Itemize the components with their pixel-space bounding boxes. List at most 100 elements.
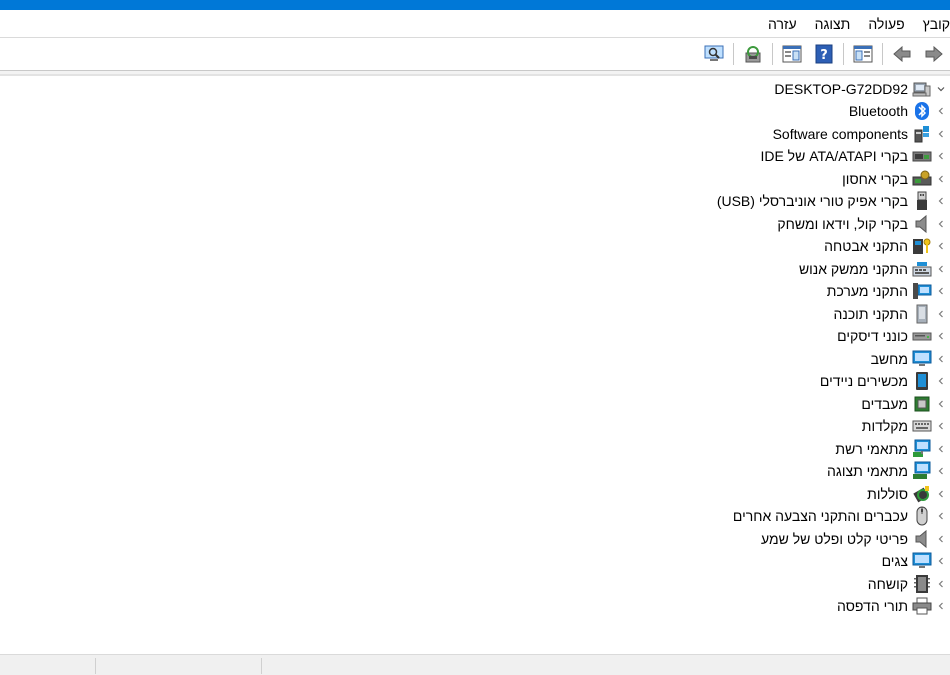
chevron-left-icon[interactable]: [932, 438, 950, 460]
menu-action[interactable]: פעולה: [859, 10, 913, 38]
chevron-left-icon[interactable]: [932, 393, 950, 415]
tree-item[interactable]: מתאמי רשת: [835, 438, 950, 460]
tree-item[interactable]: Software components: [773, 123, 950, 145]
tree-item-label: עכברים והתקני הצבעה אחרים: [732, 508, 908, 524]
chevron-left-icon[interactable]: [932, 213, 950, 235]
menu-bar: קובץ פעולה תצוגה עזרה: [0, 10, 950, 38]
tree-item-label: התקני תוכנה: [833, 305, 908, 322]
chevron-left-icon[interactable]: [932, 528, 950, 550]
tree-item[interactable]: תורי הדפסה: [837, 595, 950, 617]
tree-item[interactable]: בקרי קול, וידאו ומשחק: [777, 213, 950, 235]
network-adapter-icon: [912, 439, 932, 459]
tree-item-label: מקלדות: [861, 418, 908, 434]
tree-item-label: בקרי אפיק טורי אוניברסלי (USB): [716, 193, 908, 209]
storage-controller-icon: [912, 169, 932, 189]
tree-item[interactable]: מעבדים: [861, 393, 950, 415]
tree-item[interactable]: התקני מערכת: [827, 280, 950, 302]
mouse-icon: [912, 506, 932, 526]
processor-icon: [912, 394, 932, 414]
status-divider: [95, 658, 96, 674]
chevron-left-icon[interactable]: [932, 258, 950, 280]
chevron-left-icon[interactable]: [932, 505, 950, 527]
chevron-left-icon[interactable]: [932, 595, 950, 617]
status-bar: [0, 654, 950, 675]
computer-name-label: DESKTOP-G72DD92: [774, 81, 908, 97]
update-driver-button[interactable]: [741, 42, 765, 66]
tree-item[interactable]: התקני ממשק אנוש: [799, 258, 950, 280]
tree-item[interactable]: בקרי אפיק טורי אוניברסלי (USB): [717, 190, 950, 212]
help-button[interactable]: ?: [812, 42, 836, 66]
tree-item-label: תורי הדפסה: [837, 598, 908, 614]
menu-view[interactable]: תצוגה: [806, 10, 860, 38]
tree-item-label: בקרי קול, וידאו ומשחק: [777, 215, 908, 232]
chevron-left-icon[interactable]: [932, 415, 950, 437]
tree-item-label: צגים: [881, 553, 908, 569]
back-arrow-icon: [893, 46, 911, 62]
tree-item-label: מתאמי רשת: [835, 440, 908, 457]
chevron-left-icon[interactable]: [932, 303, 950, 325]
chevron-left-icon[interactable]: [932, 235, 950, 257]
tree-item[interactable]: סוללות: [867, 483, 950, 505]
chevron-down-icon[interactable]: [932, 78, 950, 100]
forward-button[interactable]: [922, 42, 946, 66]
back-button[interactable]: [890, 42, 914, 66]
forward-arrow-icon: [925, 46, 943, 62]
system-devices-icon: [912, 281, 932, 301]
toolbar-separator: [772, 43, 773, 65]
chevron-left-icon[interactable]: [932, 123, 950, 145]
menu-file[interactable]: קובץ: [914, 10, 950, 38]
ide-controller-icon: [912, 146, 932, 166]
usb-icon: [912, 191, 932, 211]
chevron-left-icon[interactable]: [932, 168, 950, 190]
toolbar-separator: [843, 43, 844, 65]
chevron-left-icon[interactable]: [932, 483, 950, 505]
title-bar: [0, 0, 950, 10]
chevron-left-icon[interactable]: [932, 550, 950, 572]
show-hide-console-tree-button[interactable]: [851, 42, 875, 66]
battery-icon: [912, 484, 932, 504]
print-queue-icon: [912, 596, 932, 616]
tree-item[interactable]: כונני דיסקים: [837, 325, 950, 347]
chevron-left-icon[interactable]: [932, 280, 950, 302]
tree-root[interactable]: DESKTOP-G72DD92: [774, 78, 950, 100]
tree-item-label: התקני ממשק אנוש: [798, 260, 908, 277]
tree-item[interactable]: מקלדות: [862, 415, 950, 437]
tree-item-label: סוללות: [867, 485, 908, 502]
scan-hardware-icon: [704, 45, 724, 61]
chevron-left-icon[interactable]: [932, 573, 950, 595]
tree-item[interactable]: פריטי קלט ופלט של שמע: [761, 528, 950, 550]
chevron-left-icon[interactable]: [932, 348, 950, 370]
security-device-icon: [912, 236, 932, 256]
tree-item[interactable]: בקרי אחסון: [842, 168, 950, 190]
menu-help[interactable]: עזרה: [759, 10, 806, 38]
toolbar: ?: [0, 39, 950, 69]
chevron-left-icon[interactable]: [932, 370, 950, 392]
tree-item[interactable]: קושחה: [868, 573, 950, 595]
hid-icon: [912, 259, 932, 279]
tree-item[interactable]: מכשירים ניידים: [820, 370, 950, 392]
chevron-left-icon[interactable]: [932, 325, 950, 347]
scan-hardware-button[interactable]: [702, 42, 726, 66]
tree-item[interactable]: מחשב: [871, 348, 950, 370]
chevron-left-icon[interactable]: [932, 145, 950, 167]
tree-item[interactable]: עכברים והתקני הצבעה אחרים: [733, 505, 950, 527]
tree-item[interactable]: צגים: [882, 550, 950, 572]
tree-item-label: Bluetooth: [848, 103, 908, 119]
tree-item-label: קושחה: [867, 575, 908, 592]
tree-item[interactable]: התקני אבטחה: [824, 235, 950, 257]
help-icon: ?: [815, 44, 833, 64]
tree-item[interactable]: בקרי ATA/ATAPI של IDE: [760, 145, 950, 167]
tree-item[interactable]: מתאמי תצוגה: [827, 460, 950, 482]
tree-item-label: Software components: [772, 125, 908, 142]
tree-item-label: מעבדים: [861, 395, 908, 412]
chevron-left-icon[interactable]: [932, 100, 950, 122]
software-components-icon: [912, 124, 932, 144]
disk-drive-icon: [912, 326, 932, 346]
chevron-left-icon[interactable]: [932, 190, 950, 212]
tree-item[interactable]: התקני תוכנה: [834, 303, 950, 325]
properties-button[interactable]: [780, 42, 804, 66]
pane-divider: [0, 70, 950, 76]
tree-item[interactable]: Bluetooth: [849, 100, 950, 122]
speaker-icon: [912, 214, 932, 234]
chevron-left-icon[interactable]: [932, 460, 950, 482]
